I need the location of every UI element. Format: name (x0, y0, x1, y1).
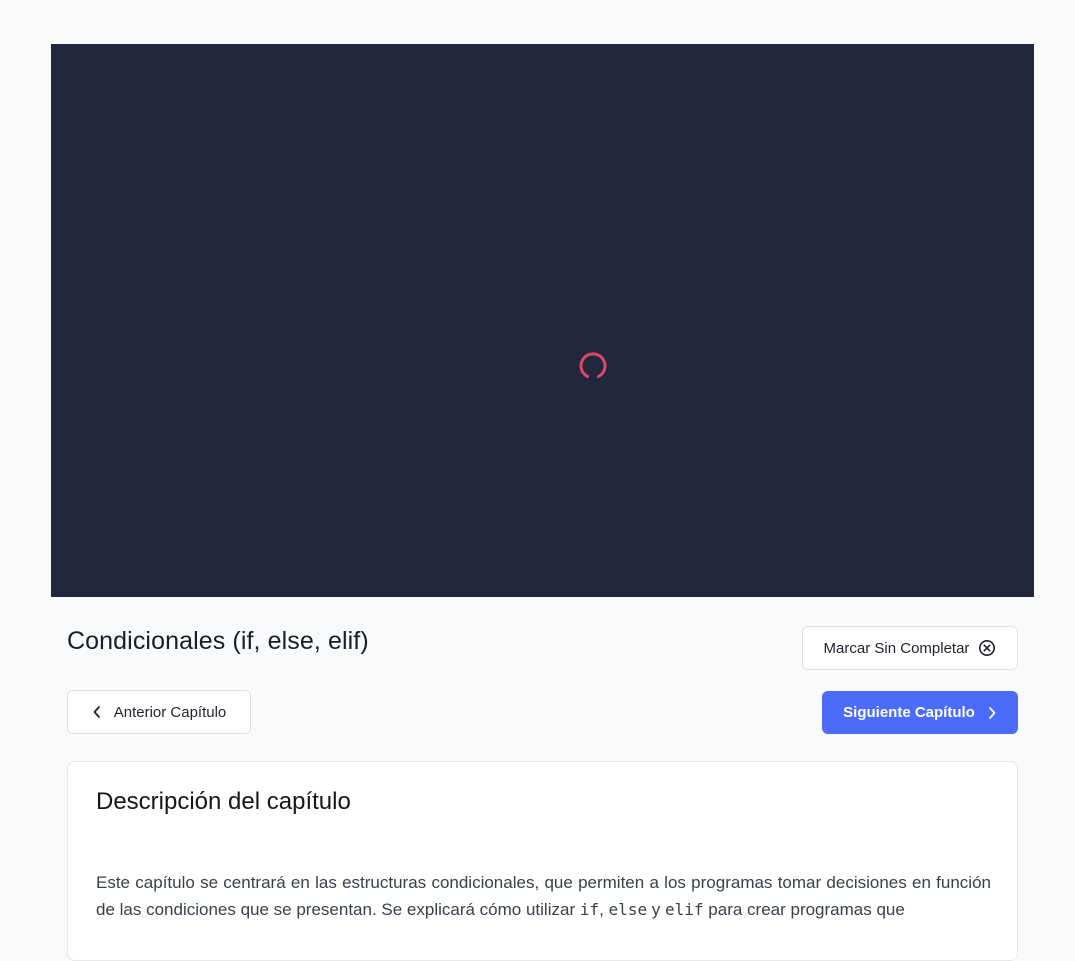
mark-incomplete-label: Marcar Sin Completar (823, 639, 970, 657)
description-text-part2: para crear programas que (703, 900, 905, 919)
description-sep2: y (647, 900, 666, 919)
code-else: else (608, 900, 648, 919)
previous-chapter-label: Anterior Capítulo (113, 703, 227, 721)
chapter-description-card: Descripción del capítulo Este capítulo s… (67, 761, 1018, 961)
code-if: if (579, 900, 600, 919)
chevron-right-icon (987, 706, 997, 720)
previous-chapter-button[interactable]: Anterior Capítulo (67, 690, 251, 734)
loading-spinner-icon (579, 352, 607, 378)
description-sep1: , (599, 900, 609, 919)
next-chapter-button[interactable]: Siguiente Capítulo (822, 691, 1018, 734)
mark-incomplete-button[interactable]: Marcar Sin Completar (802, 626, 1018, 670)
chapter-title: Condicionales (if, else, elif) (67, 627, 369, 655)
chevron-left-icon (92, 705, 102, 719)
code-elif: elif (665, 900, 704, 919)
video-player[interactable] (51, 44, 1034, 597)
description-heading: Descripción del capítulo (96, 788, 351, 815)
next-chapter-label: Siguiente Capítulo (843, 704, 975, 721)
x-circle-icon (978, 639, 996, 657)
description-text: Este capítulo se centrará en las estruct… (96, 869, 991, 923)
